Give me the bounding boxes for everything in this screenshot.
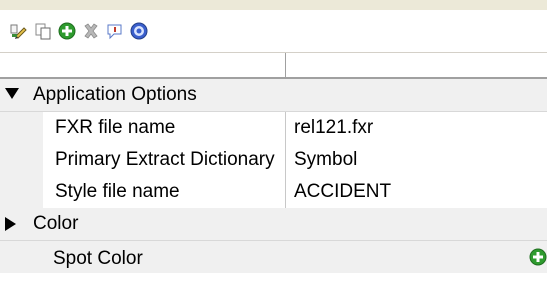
property-grid: Application Options FXR file name rel121… <box>0 79 547 273</box>
expanded-triangle-icon[interactable] <box>5 88 19 100</box>
add-icon <box>58 22 76 40</box>
category-label: Color <box>33 213 79 234</box>
copy-icon <box>35 23 51 40</box>
spot-color-label: Spot Color <box>53 248 143 269</box>
info-button[interactable] <box>104 20 126 42</box>
row-gutter <box>0 112 43 145</box>
property-grid-header <box>0 53 547 79</box>
copy-button[interactable] <box>32 20 54 42</box>
help-icon <box>130 22 148 40</box>
toolbar <box>0 10 547 53</box>
top-strip <box>0 0 547 10</box>
category-label: Application Options <box>33 84 197 105</box>
property-value[interactable]: Symbol <box>286 144 547 177</box>
info-icon <box>107 24 122 40</box>
collapsed-triangle-icon[interactable] <box>5 217 17 231</box>
edit-pencil-button[interactable] <box>8 20 30 42</box>
property-name: FXR file name <box>43 112 285 145</box>
add-button[interactable] <box>56 20 78 42</box>
edit-pencil-icon <box>10 24 27 39</box>
category-application-options[interactable]: Application Options <box>0 79 547 112</box>
delete-icon <box>84 23 98 39</box>
spot-color-row[interactable]: Spot Color <box>0 241 547 273</box>
help-button[interactable] <box>128 20 150 42</box>
property-value[interactable]: rel121.fxr <box>286 112 547 145</box>
property-name: Primary Extract Dictionary <box>43 144 285 177</box>
property-row-primary-extract-dictionary[interactable]: Primary Extract Dictionary Symbol <box>0 144 547 177</box>
row-gutter <box>0 176 43 209</box>
add-icon[interactable] <box>529 248 547 266</box>
row-gutter <box>0 144 43 177</box>
delete-button[interactable] <box>80 20 102 42</box>
property-name: Style file name <box>43 176 285 209</box>
column-separator[interactable] <box>285 53 286 77</box>
category-color[interactable]: Color <box>0 208 547 241</box>
property-value[interactable]: ACCIDENT <box>286 176 547 209</box>
property-row-style-file-name[interactable]: Style file name ACCIDENT <box>0 176 547 209</box>
property-row-fxr-file-name[interactable]: FXR file name rel121.fxr <box>0 112 547 145</box>
